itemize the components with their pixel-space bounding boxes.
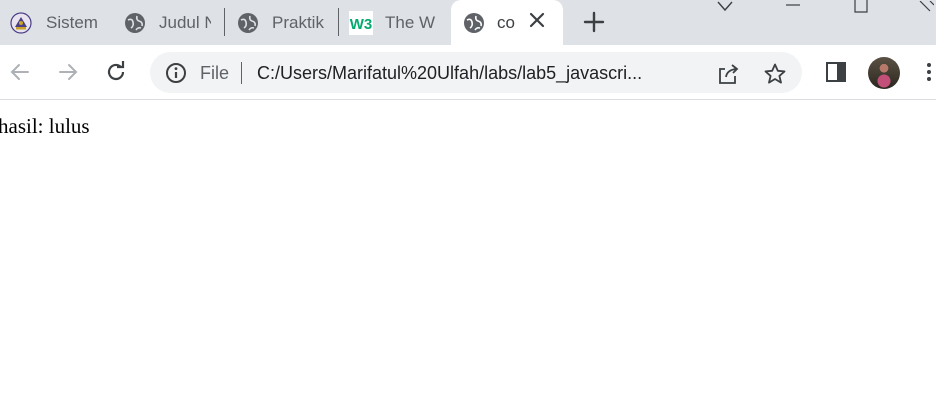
close-window-icon bbox=[919, 1, 934, 12]
tab-title: Sistem bbox=[46, 12, 98, 32]
tab-title: Praktik bbox=[272, 12, 324, 32]
tab-strip: Sistem Judul N Praktik W3 The W co bbox=[0, 0, 936, 45]
close-window-button[interactable] bbox=[914, 0, 936, 14]
side-panel-button[interactable] bbox=[823, 59, 849, 85]
maximize-icon bbox=[854, 0, 868, 13]
result-text: hasil: lulus bbox=[0, 114, 90, 138]
page-content: hasil: lulus bbox=[0, 101, 936, 416]
tab-judul[interactable]: Judul N bbox=[124, 0, 224, 45]
tab-praktik[interactable]: Praktik bbox=[237, 0, 337, 45]
side-panel-icon bbox=[826, 62, 846, 82]
new-tab-button[interactable] bbox=[580, 8, 608, 36]
browser-toolbar: File C:/Users/Marifatul%20Ulfah/labs/lab… bbox=[0, 45, 936, 100]
back-button[interactable] bbox=[4, 56, 36, 88]
avatar[interactable] bbox=[868, 57, 900, 89]
reload-icon bbox=[107, 61, 125, 81]
tab-sistem[interactable]: Sistem bbox=[10, 0, 110, 45]
reload-button[interactable] bbox=[100, 56, 132, 88]
more-vertical-icon bbox=[927, 63, 931, 81]
tab-separator bbox=[338, 8, 339, 36]
scheme-divider bbox=[241, 62, 242, 84]
tab-title: Judul N bbox=[159, 12, 211, 32]
scheme-label: File bbox=[200, 63, 230, 83]
minimize-icon bbox=[786, 4, 800, 6]
arrow-right-icon bbox=[59, 64, 78, 80]
url-text[interactable]: C:/Users/Marifatul%20Ulfah/labs/lab5_jav… bbox=[257, 63, 702, 84]
arrow-left-icon bbox=[10, 64, 29, 80]
tab-title: The W bbox=[385, 12, 436, 32]
university-logo-icon bbox=[10, 11, 32, 34]
tab-title: co bbox=[497, 12, 515, 32]
chevron-down-icon bbox=[717, 1, 733, 12]
tab-search-button[interactable] bbox=[715, 0, 735, 14]
minimize-button[interactable] bbox=[780, 0, 806, 14]
w3schools-icon: W3 bbox=[349, 10, 373, 35]
address-bar[interactable]: File C:/Users/Marifatul%20Ulfah/labs/lab… bbox=[150, 52, 802, 93]
globe-icon bbox=[463, 12, 485, 34]
tab-w3schools[interactable]: W3 The W bbox=[349, 0, 449, 45]
star-icon[interactable] bbox=[762, 61, 788, 87]
globe-icon bbox=[124, 12, 146, 34]
globe-icon bbox=[237, 12, 259, 34]
share-icon[interactable] bbox=[715, 61, 741, 87]
maximize-button[interactable] bbox=[848, 0, 874, 14]
forward-button[interactable] bbox=[52, 56, 84, 88]
menu-button[interactable] bbox=[922, 59, 936, 85]
tab-separator bbox=[224, 8, 225, 36]
info-icon[interactable] bbox=[164, 61, 188, 85]
close-icon[interactable] bbox=[525, 8, 549, 32]
plus-icon bbox=[583, 11, 605, 33]
w3-logo-text: W3 bbox=[350, 16, 373, 33]
